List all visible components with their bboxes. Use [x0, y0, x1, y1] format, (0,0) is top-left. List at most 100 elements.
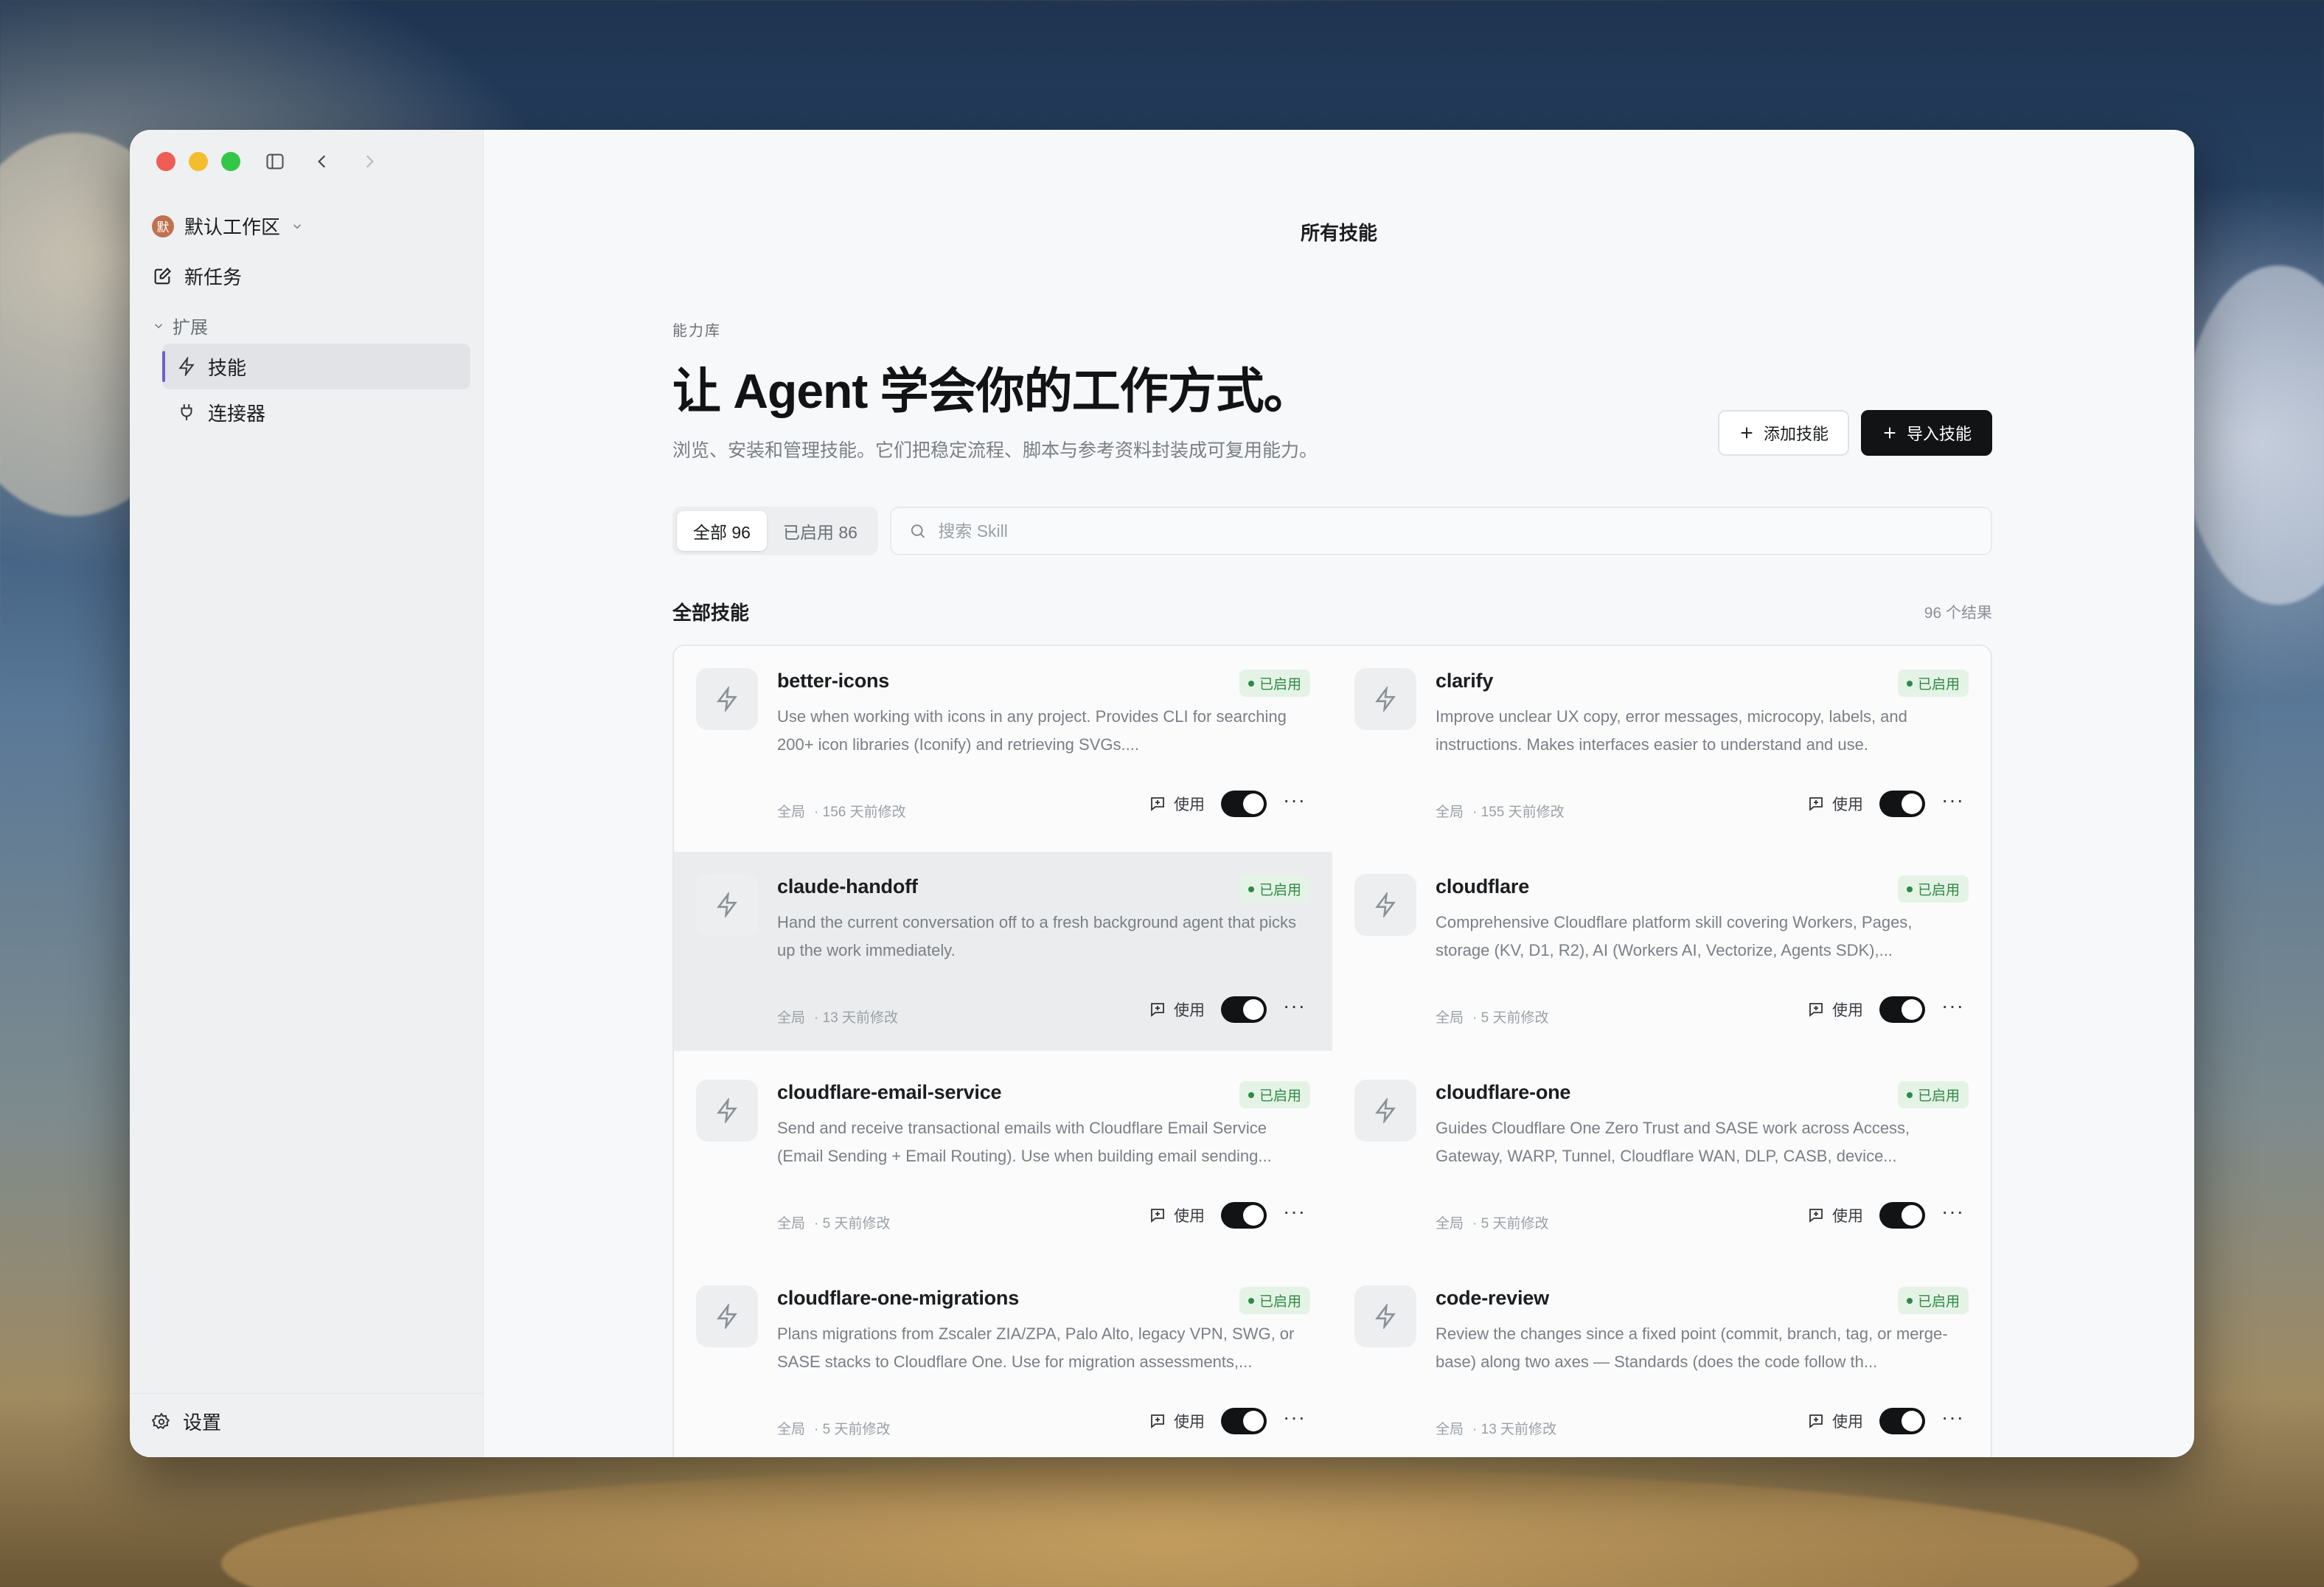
use-skill-button[interactable]: 使用: [1807, 1204, 1863, 1226]
more-options-icon[interactable]: ···: [1941, 790, 1964, 810]
skill-card[interactable]: claude-handoff Hand the current conversa…: [674, 852, 1332, 1051]
status-badge: 已启用: [1239, 875, 1310, 903]
use-skill-button[interactable]: 使用: [1149, 999, 1205, 1021]
skill-bolt-icon: [696, 874, 758, 936]
main-content: 所有技能 能力库 让 Agent 学会你的工作方式。 浏览、安装和管理技能。它们…: [484, 130, 2194, 1457]
search-icon: [911, 524, 925, 538]
filter-all-tab[interactable]: 全部 96: [677, 511, 767, 551]
sidebar-item-connectors[interactable]: 连接器: [162, 389, 470, 435]
background-ground: [221, 1468, 2138, 1587]
search-input[interactable]: [938, 521, 1991, 541]
skill-actions: 使用 ···: [1807, 1407, 1964, 1434]
search-box: [889, 507, 1992, 555]
status-badge: 已启用: [1239, 1287, 1310, 1314]
skill-name: better-icons: [777, 670, 890, 692]
page-eyebrow: 能力库: [672, 323, 721, 339]
workspace-switcher[interactable]: 默 默认工作区: [152, 212, 304, 240]
skill-name: cloudflare: [1436, 875, 1530, 897]
settings-button[interactable]: 设置: [152, 1408, 221, 1435]
skill-bolt-icon: [1354, 1080, 1416, 1142]
workspace-avatar: 默: [152, 215, 174, 237]
list-header: 全部技能 96 个结果: [672, 598, 1992, 625]
skill-card[interactable]: cloudflare-one-migrations Plans migratio…: [674, 1263, 1332, 1457]
skill-actions: 使用 ···: [1149, 1407, 1306, 1434]
back-arrow-icon[interactable]: [310, 149, 335, 174]
skills-grid: better-icons Use when working with icons…: [672, 645, 1992, 1457]
use-label: 使用: [1832, 1208, 1864, 1225]
section-extensions[interactable]: 扩展: [152, 313, 208, 338]
status-badge: 已启用: [1239, 1081, 1310, 1108]
skill-meta: 全局 · 155 天前修改: [1436, 801, 1565, 821]
skill-actions: 使用 ···: [1807, 790, 1964, 817]
more-options-icon[interactable]: ···: [1941, 1407, 1964, 1428]
use-skill-button[interactable]: 使用: [1149, 1410, 1205, 1432]
close-window-button[interactable]: [156, 152, 175, 171]
chat-plus-icon: [1151, 1209, 1164, 1223]
background-cloud: [2182, 265, 2324, 605]
use-skill-button[interactable]: 使用: [1807, 999, 1863, 1021]
skill-name: cloudflare-email-service: [777, 1081, 1002, 1103]
use-skill-button[interactable]: 使用: [1149, 1204, 1205, 1226]
filter-enabled-tab[interactable]: 已启用 86: [767, 511, 874, 551]
enable-toggle[interactable]: [1221, 791, 1267, 817]
result-count: 96 个结果: [1924, 604, 1992, 622]
skill-description: Send and receive transactional emails wi…: [777, 1119, 1272, 1165]
maximize-window-button[interactable]: [221, 152, 240, 171]
skill-description: Review the changes since a fixed point (…: [1436, 1324, 1948, 1371]
window-controls: [156, 152, 240, 171]
skill-card[interactable]: cloudflare-email-service Send and receiv…: [674, 1058, 1332, 1257]
skill-card[interactable]: code-review Review the changes since a f…: [1332, 1263, 1991, 1457]
minimize-window-button[interactable]: [189, 152, 208, 171]
more-options-icon[interactable]: ···: [1283, 1407, 1306, 1428]
skill-scope: 全局: [1436, 1216, 1464, 1232]
window-title: 所有技能: [1300, 222, 1377, 244]
more-options-icon[interactable]: ···: [1283, 790, 1306, 810]
enable-toggle[interactable]: [1221, 996, 1267, 1023]
enable-toggle[interactable]: [1879, 1202, 1926, 1229]
skill-name: cloudflare-one: [1436, 1081, 1571, 1103]
plus-icon: [1741, 427, 1753, 439]
app-window: 默 默认工作区 新任务 扩展 技能 连接器 设置 所有技能 能力库 让 Agen…: [130, 130, 2194, 1457]
skill-description: Comprehensive Cloudflare platform skill …: [1436, 913, 1913, 959]
sidebar-toggle-icon[interactable]: [262, 149, 288, 174]
enable-toggle[interactable]: [1221, 1408, 1267, 1434]
more-options-icon[interactable]: ···: [1941, 1201, 1964, 1222]
use-skill-button[interactable]: 使用: [1807, 1410, 1863, 1432]
use-label: 使用: [1174, 1414, 1206, 1431]
skill-name: clarify: [1436, 670, 1494, 692]
skill-modified: · 155 天前修改: [1472, 805, 1565, 820]
skill-description: Plans migrations from Zscaler ZIA/ZPA, P…: [777, 1324, 1295, 1371]
skill-bolt-icon: [1354, 874, 1416, 936]
import-skill-button[interactable]: 导入技能: [1860, 410, 1992, 456]
skills-page: 能力库 让 Agent 学会你的工作方式。 浏览、安装和管理技能。它们把稳定流程…: [672, 319, 1992, 1457]
enable-toggle[interactable]: [1221, 1202, 1267, 1229]
enable-toggle[interactable]: [1879, 1408, 1926, 1434]
skill-scope: 全局: [777, 1422, 806, 1437]
skill-scope: 全局: [1436, 1422, 1464, 1437]
more-options-icon[interactable]: ···: [1941, 996, 1964, 1016]
sidebar-item-label: 连接器: [208, 402, 266, 425]
skill-card[interactable]: better-icons Use when working with icons…: [674, 646, 1332, 845]
add-skill-button[interactable]: 添加技能: [1717, 410, 1849, 456]
enable-toggle[interactable]: [1879, 996, 1926, 1023]
chevron-down-icon: [154, 323, 163, 328]
new-task-button[interactable]: 新任务: [152, 263, 242, 290]
new-task-label: 新任务: [184, 266, 243, 288]
skill-card[interactable]: cloudflare-one Guides Cloudflare One Zer…: [1332, 1058, 1991, 1257]
use-skill-button[interactable]: 使用: [1807, 793, 1863, 815]
skill-actions: 使用 ···: [1149, 790, 1306, 817]
skill-modified: · 5 天前修改: [814, 1422, 891, 1437]
sidebar-item-skills[interactable]: 技能: [162, 344, 470, 389]
skill-modified: · 13 天前修改: [1472, 1422, 1557, 1437]
use-skill-button[interactable]: 使用: [1149, 793, 1205, 815]
chat-plus-icon: [1809, 797, 1823, 811]
more-options-icon[interactable]: ···: [1283, 1201, 1306, 1222]
skill-description: Improve unclear UX copy, error messages,…: [1436, 707, 1907, 754]
skill-card[interactable]: cloudflare Comprehensive Cloudflare plat…: [1332, 852, 1991, 1051]
use-label: 使用: [1174, 1002, 1206, 1019]
skill-card[interactable]: clarify Improve unclear UX copy, error m…: [1332, 646, 1991, 845]
more-options-icon[interactable]: ···: [1283, 996, 1306, 1016]
enable-toggle[interactable]: [1879, 791, 1926, 817]
forward-arrow-icon[interactable]: [357, 149, 382, 174]
skill-description: Use when working with icons in any proje…: [777, 707, 1287, 754]
